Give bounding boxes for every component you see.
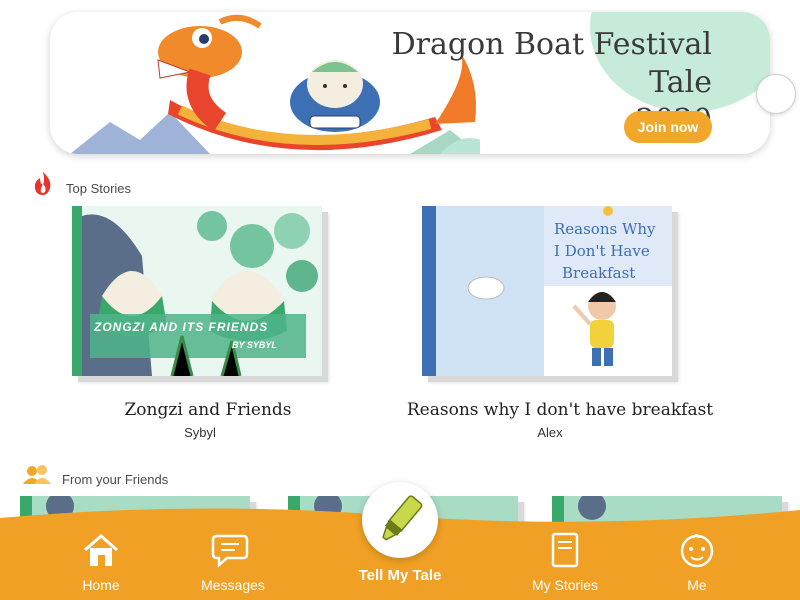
story-title[interactable]: Zongzi and Friends (48, 400, 368, 420)
tab-my-stories[interactable]: My Stories (510, 532, 620, 593)
tab-my-stories-label: My Stories (531, 577, 599, 593)
fire-icon (34, 172, 51, 195)
story-card-zongzi[interactable]: ZONGZI AND ITS FRIENDS BY SYBYL (72, 206, 322, 376)
zongzi-cover-title: ZONGZI AND ITS FRIENDS (94, 320, 269, 334)
breakfast-cover-line1: Reasons Why (554, 220, 656, 238)
tab-messages[interactable]: Messages (178, 532, 288, 593)
tab-me-label: Me (687, 577, 707, 593)
friends-icon (23, 465, 51, 484)
home-icon (84, 534, 118, 566)
zongzi-cover-illustration (72, 206, 322, 376)
tab-me[interactable]: Me (642, 532, 752, 593)
carousel-handle[interactable] (756, 74, 796, 114)
messages-icon (211, 534, 249, 568)
story-author: Sybyl (184, 425, 216, 440)
book-icon (551, 532, 579, 568)
tab-home[interactable]: Home (46, 532, 156, 593)
tell-my-tale-button[interactable] (362, 482, 438, 558)
from-friends-heading: From your Friends (62, 472, 169, 487)
highlighter-icon (382, 495, 423, 541)
top-stories-heading: Top Stories (66, 181, 132, 196)
tab-messages-label: Messages (201, 577, 265, 593)
tab-tell-my-tale-label[interactable]: Tell My Tale (340, 567, 460, 584)
zongzi-cover-byline: BY SYBYL (232, 340, 277, 350)
breakfast-cover-line3: Breakfast (562, 264, 636, 282)
join-now-button[interactable]: Join now (624, 111, 712, 143)
story-title[interactable]: Reasons why I don't have breakfast (400, 400, 720, 420)
breakfast-cover-line2: I Don't Have (554, 242, 650, 260)
banner-title-line1: Dragon Boat Festival Tale (391, 27, 712, 100)
baby-face-icon (680, 534, 714, 568)
tab-home-label: Home (82, 577, 120, 593)
story-author: Alex (537, 425, 563, 440)
promo-banner[interactable]: Dragon Boat Festival Tale 2020 Join now (50, 12, 770, 154)
story-card-breakfast[interactable]: Reasons Why I Don't Have Breakfast (422, 206, 672, 376)
